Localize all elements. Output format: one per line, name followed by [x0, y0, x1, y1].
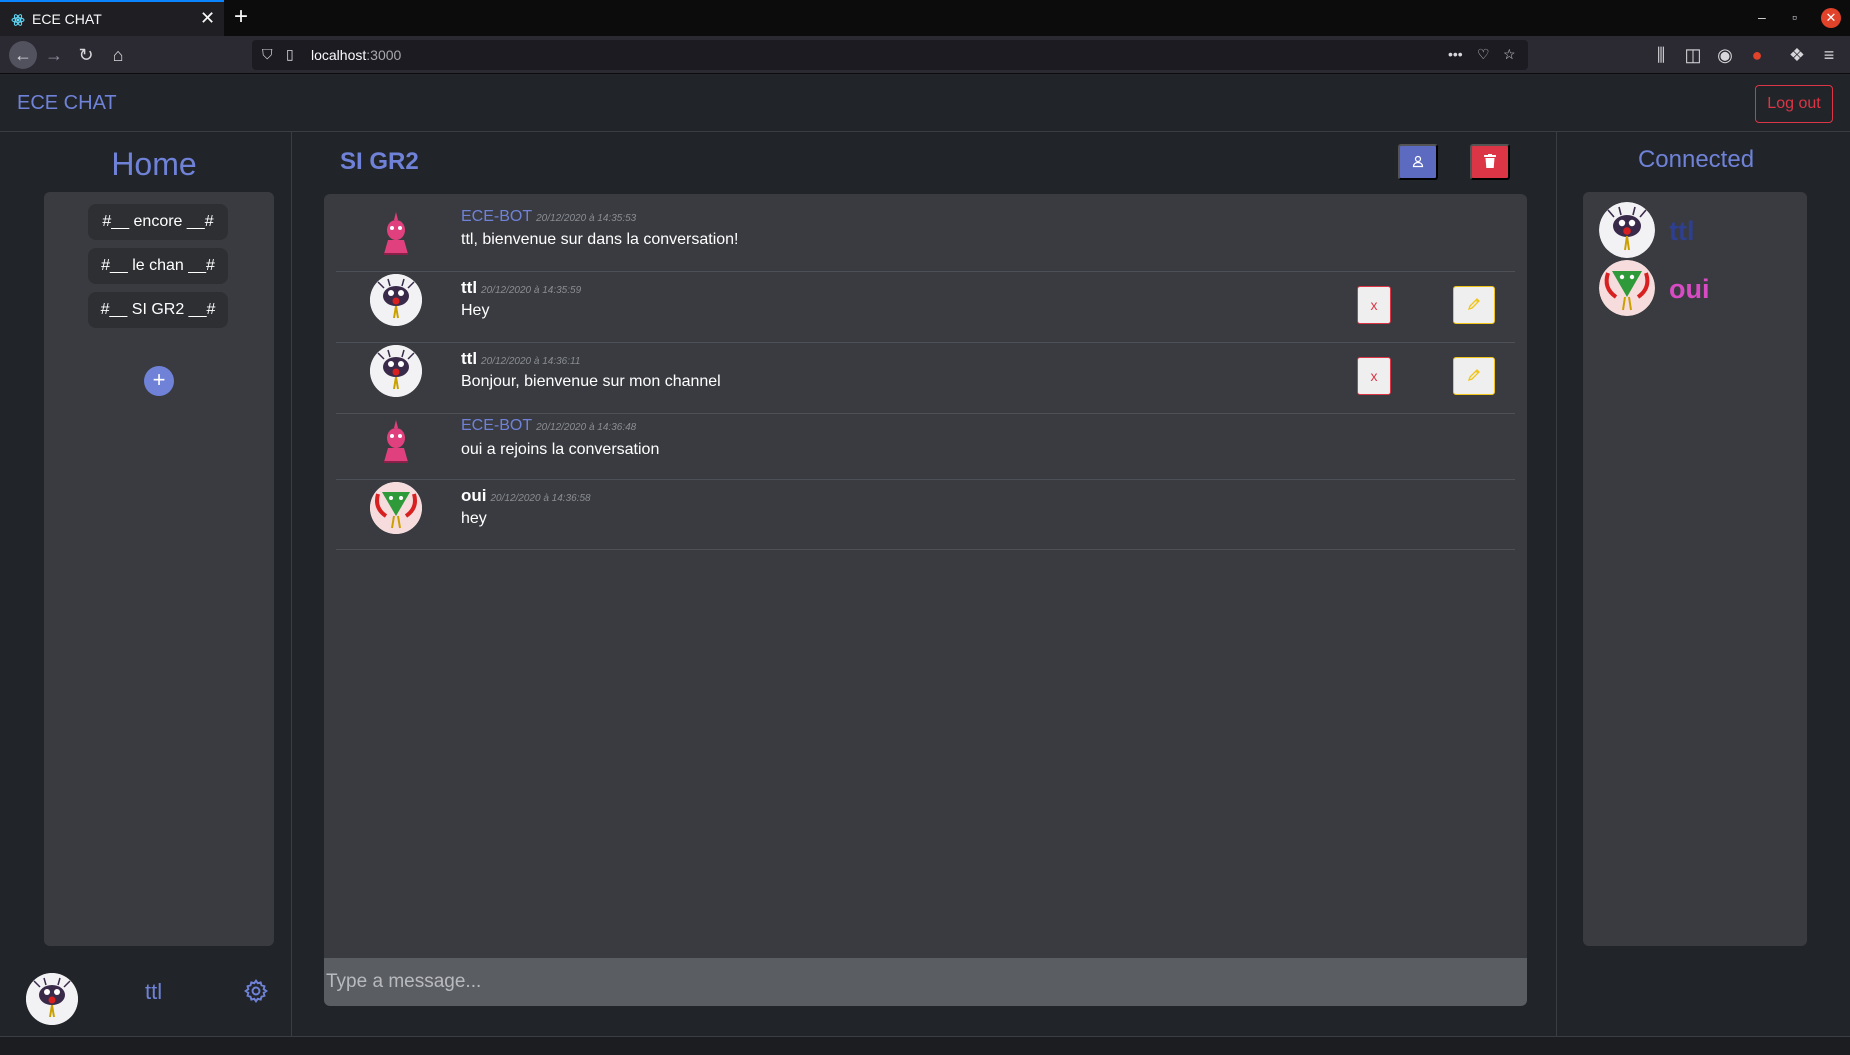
message-text: ttl, bienvenue sur dans la conversation! [461, 231, 739, 248]
connected-title: Connected [1637, 146, 1755, 173]
menu-icon[interactable]: ≡ [1817, 43, 1841, 67]
tab-title: ECE CHAT [32, 11, 102, 27]
delete-channel-button[interactable] [1470, 144, 1510, 180]
edit-message-button[interactable] [1453, 357, 1495, 395]
sidebar-icon[interactable]: ◫ [1681, 43, 1705, 67]
message-date: 20/12/2020 à 14:36:48 [536, 422, 637, 433]
connected-user-name: ttl [1669, 216, 1695, 246]
new-tab-icon[interactable]: + [234, 3, 248, 31]
app-brand[interactable]: ECE CHAT [17, 92, 117, 115]
app-header: ECE CHAT Log out [0, 74, 1850, 132]
url-text[interactable]: localhost:3000 [311, 47, 401, 63]
message-item: ttl 20/12/2020 à 14:35:59 Hey x [336, 272, 1515, 343]
library-icon[interactable]: ⫼ [1649, 43, 1673, 67]
react-icon [11, 14, 25, 26]
channel-item-encore[interactable]: #__ encore __# [88, 204, 228, 240]
message-item: ECE-BOT 20/12/2020 à 14:35:53 ttl, bienve… [336, 194, 1515, 272]
bookmark-star-icon[interactable]: ☆ [1503, 46, 1516, 63]
page-icon: ▯ [286, 46, 294, 62]
frog-avatar [1599, 260, 1655, 316]
channel-item-le-chan[interactable]: #__ le chan __# [88, 248, 228, 284]
logout-button[interactable]: Log out [1755, 85, 1833, 123]
forward-icon[interactable]: → [42, 43, 66, 67]
message-text: hey [461, 510, 487, 527]
connected-user-item[interactable]: ttl [1599, 202, 1799, 258]
message-author: ECE-BOT 20/12/2020 à 14:36:48 [461, 417, 637, 434]
frog-avatar [370, 482, 422, 534]
bird-avatar [370, 345, 422, 397]
current-user-avatar[interactable] [26, 973, 78, 1025]
connected-user-name: oui [1669, 274, 1710, 304]
extensions-puzzle-icon[interactable]: ❖ [1785, 43, 1809, 67]
trash-icon [1484, 153, 1496, 168]
bird-avatar [370, 274, 422, 326]
shield-icon[interactable]: ⛉ [262, 46, 273, 63]
message-date: 20/12/2020 à 14:36:58 [490, 493, 591, 504]
message-input[interactable] [324, 958, 1527, 1006]
settings-gear-icon[interactable] [243, 978, 269, 1004]
account-icon[interactable]: ◉ [1713, 43, 1737, 67]
url-bar[interactable]: ⛉ ▯ localhost:3000 ••• ♡ ☆ [252, 40, 1528, 70]
home-title[interactable]: Home [0, 146, 308, 183]
bottom-strip [0, 1036, 1850, 1055]
extension-icon[interactable]: ● [1745, 43, 1769, 67]
browser-tab[interactable]: ECE CHAT ✕ [0, 0, 224, 36]
message-author: ttl 20/12/2020 à 14:36:11 [461, 349, 581, 368]
bot-avatar [370, 208, 422, 260]
message-list: ECE-BOT 20/12/2020 à 14:35:53 ttl, bienve… [324, 194, 1527, 958]
message-date: 20/12/2020 à 14:35:53 [536, 213, 637, 224]
channels-sidebar: Home #__ encore __# #__ le chan __# #__ … [0, 132, 292, 1036]
bot-avatar [370, 416, 422, 468]
edit-message-button[interactable] [1453, 286, 1495, 324]
chat-panel: SI GR2 ECE-BOT 20/12/2020 à 14:35:53 ttl, [292, 132, 1556, 1036]
connected-users-panel: Connected ttl oui [1556, 132, 1850, 1036]
channel-item-si-gr2[interactable]: #__ SI GR2 __# [88, 292, 228, 328]
user-icon [1412, 155, 1424, 167]
connected-user-item[interactable]: oui [1599, 260, 1799, 316]
restore-icon[interactable]: ▫ [1792, 9, 1797, 25]
message-author: ECE-BOT 20/12/2020 à 14:35:53 [461, 208, 637, 225]
browser-tab-bar: ECE CHAT ✕ + – ▫ ✕ [0, 0, 1850, 36]
add-channel-button[interactable]: + [144, 366, 174, 396]
message-text: Bonjour, bienvenue sur mon channel [461, 373, 721, 390]
pencil-icon [1467, 368, 1480, 381]
connected-users-list: ttl oui [1583, 192, 1807, 946]
message-item: oui 20/12/2020 à 14:36:58 hey [336, 480, 1515, 550]
channel-list: #__ encore __# #__ le chan __# #__ SI GR… [44, 192, 274, 946]
message-date: 20/12/2020 à 14:35:59 [481, 285, 582, 296]
delete-message-button[interactable]: x [1357, 286, 1391, 324]
message-date: 20/12/2020 à 14:36:11 [481, 356, 581, 367]
message-item: ECE-BOT 20/12/2020 à 14:36:48 oui a rejoi… [336, 414, 1515, 480]
more-icon[interactable]: ••• [1448, 46, 1463, 62]
message-text: Hey [461, 302, 490, 319]
tab-close-icon[interactable]: ✕ [200, 8, 215, 29]
reload-icon[interactable]: ↻ [74, 43, 98, 67]
window-close-icon[interactable]: ✕ [1821, 8, 1841, 28]
message-text: oui a rejoins la conversation [461, 441, 660, 458]
back-icon[interactable]: ← [9, 41, 37, 69]
minimize-icon[interactable]: – [1758, 9, 1766, 25]
home-icon[interactable]: ⌂ [106, 43, 130, 67]
current-user-name: ttl [145, 979, 163, 1004]
message-author: oui 20/12/2020 à 14:36:58 [461, 486, 591, 505]
delete-message-button[interactable]: x [1357, 357, 1391, 395]
channel-title: SI GR2 [340, 148, 419, 175]
browser-nav-bar: ← → ↻ ⌂ ⛉ ▯ localhost:3000 ••• ♡ ☆ ⫼ ◫ ◉… [0, 36, 1850, 74]
channel-members-button[interactable] [1398, 144, 1438, 180]
pocket-icon[interactable]: ♡ [1477, 46, 1490, 63]
bird-avatar [1599, 202, 1655, 258]
pencil-icon [1467, 297, 1480, 310]
message-author: ttl 20/12/2020 à 14:35:59 [461, 278, 582, 297]
message-item: ttl 20/12/2020 à 14:36:11 Bonjour, bienve… [336, 343, 1515, 414]
